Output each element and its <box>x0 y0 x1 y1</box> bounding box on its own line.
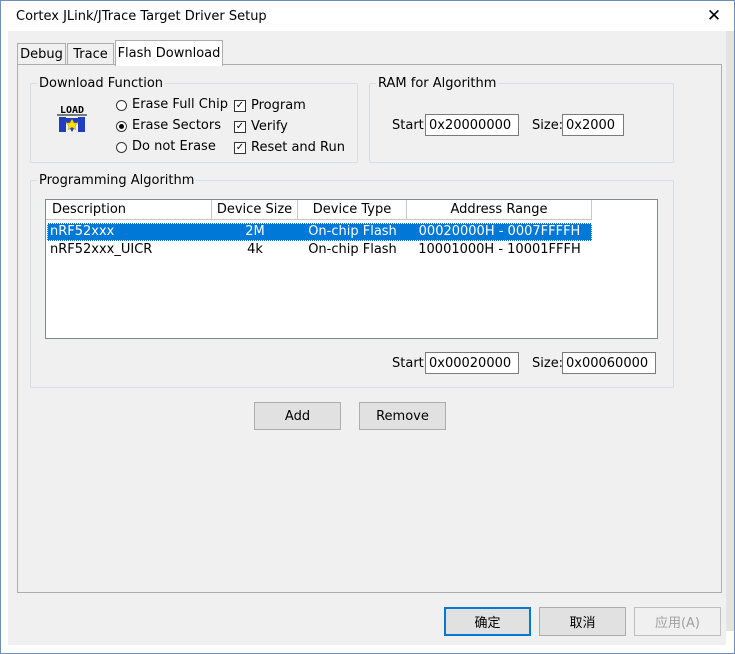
apply-button[interactable]: 应用(A) <box>634 607 721 636</box>
tab-label: Flash Download <box>117 46 221 61</box>
column-header-device-type[interactable]: Device Type <box>298 200 407 220</box>
remove-button[interactable]: Remove <box>359 402 446 430</box>
algorithm-list[interactable]: Description Device Size Device Type Addr… <box>45 199 658 339</box>
tab-flash-download[interactable]: Flash Download <box>115 40 223 66</box>
verify-label[interactable]: Verify <box>251 119 288 134</box>
row-description: nRF52xxx_UICR <box>50 242 153 257</box>
close-icon[interactable]: ✕ <box>701 4 727 28</box>
algo-size-label: Size: <box>532 356 564 371</box>
erase-full-chip-radio[interactable] <box>116 100 127 111</box>
title-bar[interactable]: Cortex JLink/JTrace Target Driver Setup … <box>1 1 734 31</box>
row-description: nRF52xxx <box>50 224 115 239</box>
load-icon: LOAD <box>56 102 88 134</box>
programming-algorithm-title: Programming Algorithm <box>37 173 197 188</box>
cancel-button[interactable]: 取消 <box>539 607 626 636</box>
row-address-range: 00020000H - 0007FFFFH <box>418 224 581 239</box>
ram-size-input[interactable]: 0x2000 <box>562 114 624 136</box>
ram-size-label: Size: <box>532 118 564 133</box>
tab-trace[interactable]: Trace <box>67 43 114 65</box>
row-device-type: On-chip Flash <box>308 242 397 257</box>
erase-sectors-radio[interactable] <box>116 121 127 132</box>
column-header-description[interactable]: Description <box>46 200 212 220</box>
verify-checkbox[interactable]: ✓ <box>234 121 246 133</box>
program-label[interactable]: Program <box>251 98 306 113</box>
table-row[interactable]: nRF52xxx_UICR 4k On-chip Flash 10001000H… <box>47 241 592 259</box>
reset-and-run-checkbox[interactable]: ✓ <box>234 142 246 154</box>
tab-debug[interactable]: Debug <box>17 43 66 65</box>
erase-sectors-label[interactable]: Erase Sectors <box>132 118 221 133</box>
tab-label: Debug <box>20 47 63 62</box>
ram-start-input[interactable]: 0x20000000 <box>425 114 519 136</box>
column-header-device-size[interactable]: Device Size <box>212 200 298 220</box>
column-header-address-range[interactable]: Address Range <box>407 200 592 220</box>
algo-start-label: Start: <box>392 356 429 371</box>
reset-and-run-label[interactable]: Reset and Run <box>251 140 345 155</box>
ok-button[interactable]: 确定 <box>444 607 531 636</box>
algo-start-input[interactable]: 0x00020000 <box>425 352 519 374</box>
ram-for-algorithm-title: RAM for Algorithm <box>376 76 499 91</box>
row-address-range: 10001000H - 10001FFFH <box>418 242 581 257</box>
ram-start-label: Start: <box>392 118 429 133</box>
row-device-type: On-chip Flash <box>308 224 397 239</box>
download-function-title: Download Function <box>37 76 166 91</box>
row-device-size: 4k <box>247 242 263 257</box>
add-button[interactable]: Add <box>254 402 341 430</box>
erase-full-chip-label[interactable]: Erase Full Chip <box>132 97 228 112</box>
algo-size-input[interactable]: 0x00060000 <box>562 352 656 374</box>
svg-text:LOAD: LOAD <box>60 105 84 116</box>
tab-label: Trace <box>73 47 108 62</box>
program-checkbox[interactable]: ✓ <box>234 100 246 112</box>
window-title: Cortex JLink/JTrace Target Driver Setup <box>16 9 267 24</box>
do-not-erase-label[interactable]: Do not Erase <box>132 139 216 154</box>
do-not-erase-radio[interactable] <box>116 142 127 153</box>
background-app-strip <box>726 31 734 631</box>
row-device-size: 2M <box>245 224 265 239</box>
table-row[interactable]: nRF52xxx 2M On-chip Flash 00020000H - 00… <box>47 223 592 241</box>
